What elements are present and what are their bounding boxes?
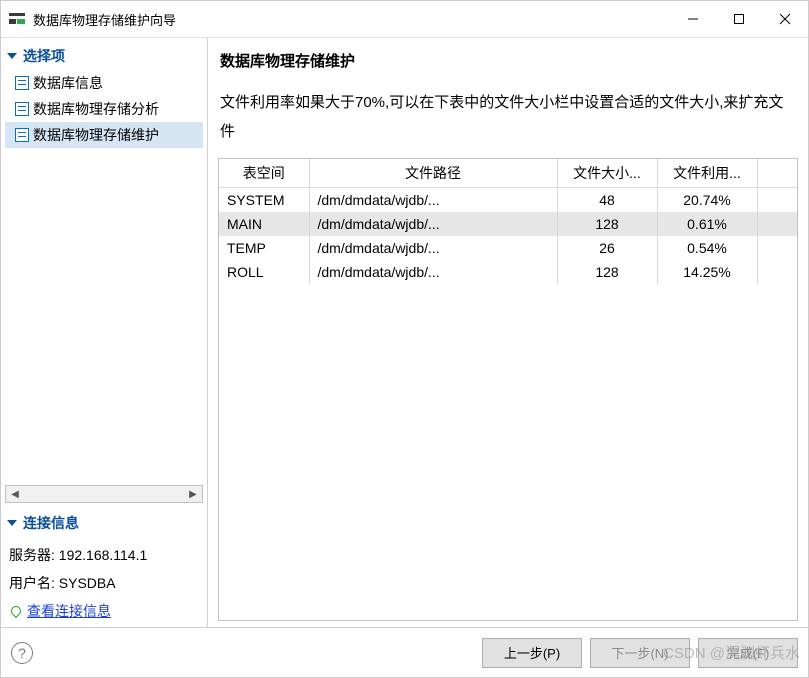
document-icon xyxy=(15,128,29,142)
cell-extra xyxy=(757,260,797,284)
col-header[interactable]: 文件路径 xyxy=(309,159,557,188)
table-wrap: 表空间文件路径文件大小...文件利用... SYSTEM/dm/dmdata/w… xyxy=(218,158,798,621)
scroll-right-arrow[interactable]: ▶ xyxy=(184,486,202,502)
sidebar-item-2[interactable]: 数据库物理存储维护 xyxy=(5,122,203,148)
sidebar-item-1[interactable]: 数据库物理存储分析 xyxy=(5,96,203,122)
finish-button: 完成(F) xyxy=(698,638,798,668)
prev-button-label: 上一步(P) xyxy=(504,643,560,662)
col-header[interactable]: 表空间 xyxy=(219,159,309,188)
cell-util[interactable]: 20.74% xyxy=(657,188,757,213)
body: 选择项 数据库信息数据库物理存储分析数据库物理存储维护 ◀ ▶ 连接信息 服务器… xyxy=(1,37,808,627)
footer: ? 上一步(P) 下一步(N) 完成(F) xyxy=(1,627,808,677)
options-header[interactable]: 选择项 xyxy=(5,42,203,70)
server-label: 服务器: xyxy=(9,547,55,563)
next-button-label: 下一步(N) xyxy=(611,643,668,662)
connection-info: 服务器: 192.168.114.1 用户名: SYSDBA 查看连接信息 xyxy=(5,543,203,623)
cell-path[interactable]: /dm/dmdata/wjdb/... xyxy=(309,212,557,236)
page-title: 数据库物理存储维护 xyxy=(218,44,798,89)
sidebar-item-0[interactable]: 数据库信息 xyxy=(5,70,203,96)
cell-util[interactable]: 0.61% xyxy=(657,212,757,236)
help-button[interactable]: ? xyxy=(11,642,33,664)
table-row[interactable]: SYSTEM/dm/dmdata/wjdb/...4820.74% xyxy=(219,188,797,213)
sidebar-item-label: 数据库物理存储分析 xyxy=(33,99,159,119)
sidebar-item-label: 数据库信息 xyxy=(33,73,103,93)
cell-size[interactable]: 128 xyxy=(557,260,657,284)
main-panel: 数据库物理存储维护 文件利用率如果大于70%,可以在下表中的文件大小栏中设置合适… xyxy=(208,38,808,627)
window-buttons xyxy=(670,3,808,35)
minimize-button[interactable] xyxy=(670,3,716,35)
cell-util[interactable]: 14.25% xyxy=(657,260,757,284)
cell-ts[interactable]: SYSTEM xyxy=(219,188,309,213)
cell-extra xyxy=(757,212,797,236)
col-header[interactable]: 文件利用... xyxy=(657,159,757,188)
cell-extra xyxy=(757,236,797,260)
cell-ts[interactable]: MAIN xyxy=(219,212,309,236)
page-description: 文件利用率如果大于70%,可以在下表中的文件大小栏中设置合适的文件大小,来扩充文… xyxy=(218,89,798,158)
col-header-extra xyxy=(757,159,797,188)
document-icon xyxy=(15,102,29,116)
finish-button-label: 完成(F) xyxy=(727,643,770,662)
view-connection-link[interactable]: 查看连接信息 xyxy=(5,599,203,623)
maximize-button[interactable] xyxy=(716,3,762,35)
wizard-window: 数据库物理存储维护向导 选择项 数据库信息数据库物理存储分析数据库物理存储维护 … xyxy=(0,0,809,678)
cell-ts[interactable]: ROLL xyxy=(219,260,309,284)
cell-util[interactable]: 0.54% xyxy=(657,236,757,260)
table-row[interactable]: MAIN/dm/dmdata/wjdb/...1280.61% xyxy=(219,212,797,236)
link-icon xyxy=(9,604,23,618)
document-icon xyxy=(15,76,29,90)
user-value: SYSDBA xyxy=(59,575,116,591)
server-value: 192.168.114.1 xyxy=(59,547,148,563)
options-header-label: 选择项 xyxy=(23,46,65,66)
col-header[interactable]: 文件大小... xyxy=(557,159,657,188)
footer-buttons: 上一步(P) 下一步(N) 完成(F) xyxy=(482,638,798,668)
cell-path[interactable]: /dm/dmdata/wjdb/... xyxy=(309,260,557,284)
close-button[interactable] xyxy=(762,3,808,35)
cell-size[interactable]: 48 xyxy=(557,188,657,213)
table-row[interactable]: ROLL/dm/dmdata/wjdb/...12814.25% xyxy=(219,260,797,284)
server-row: 服务器: 192.168.114.1 xyxy=(5,543,203,571)
chevron-down-icon xyxy=(7,53,17,59)
next-button: 下一步(N) xyxy=(590,638,690,668)
chevron-down-icon xyxy=(7,520,17,526)
cell-ts[interactable]: TEMP xyxy=(219,236,309,260)
app-icon xyxy=(9,11,25,27)
cell-size[interactable]: 26 xyxy=(557,236,657,260)
table-row[interactable]: TEMP/dm/dmdata/wjdb/...260.54% xyxy=(219,236,797,260)
prev-button[interactable]: 上一步(P) xyxy=(482,638,582,668)
nav-list: 数据库信息数据库物理存储分析数据库物理存储维护 xyxy=(5,70,203,148)
connection-header[interactable]: 连接信息 xyxy=(5,509,203,537)
scroll-left-arrow[interactable]: ◀ xyxy=(6,486,24,502)
connection-header-label: 连接信息 xyxy=(23,513,79,533)
horizontal-scrollbar[interactable]: ◀ ▶ xyxy=(5,485,203,503)
titlebar: 数据库物理存储维护向导 xyxy=(1,1,808,37)
user-label: 用户名: xyxy=(9,575,55,591)
window-title: 数据库物理存储维护向导 xyxy=(33,10,176,29)
cell-path[interactable]: /dm/dmdata/wjdb/... xyxy=(309,188,557,213)
cell-size[interactable]: 128 xyxy=(557,212,657,236)
view-connection-label: 查看连接信息 xyxy=(27,601,111,621)
user-row: 用户名: SYSDBA xyxy=(5,571,203,599)
scroll-track[interactable] xyxy=(24,486,184,502)
sidebar: 选择项 数据库信息数据库物理存储分析数据库物理存储维护 ◀ ▶ 连接信息 服务器… xyxy=(1,38,208,627)
cell-extra xyxy=(757,188,797,213)
cell-path[interactable]: /dm/dmdata/wjdb/... xyxy=(309,236,557,260)
tablespace-table[interactable]: 表空间文件路径文件大小...文件利用... SYSTEM/dm/dmdata/w… xyxy=(219,159,797,284)
sidebar-item-label: 数据库物理存储维护 xyxy=(33,125,159,145)
